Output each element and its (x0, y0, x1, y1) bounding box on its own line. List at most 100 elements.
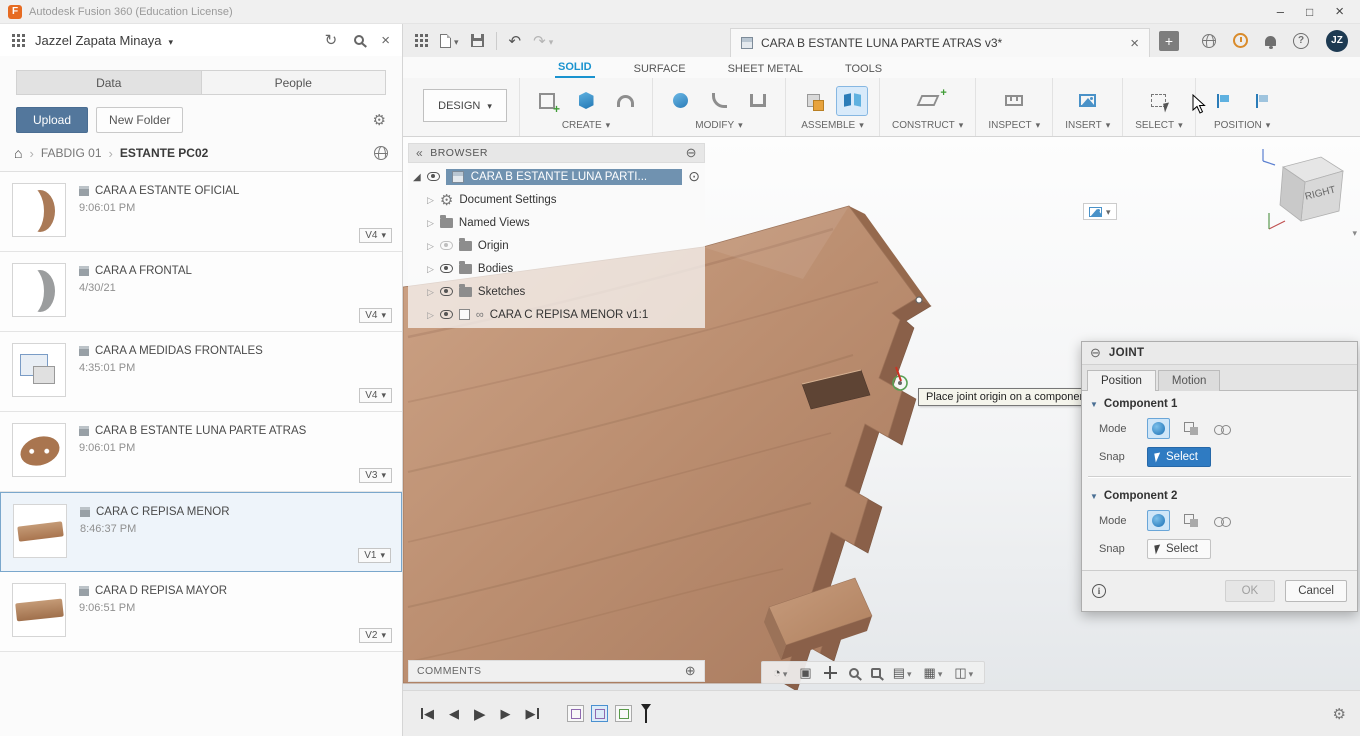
collapse-panel-icon[interactable] (416, 146, 423, 160)
grid-settings[interactable] (924, 665, 943, 681)
collapsed-triangle-icon[interactable] (427, 309, 434, 321)
tab-solid[interactable]: SOLID (555, 58, 595, 78)
tree-item-origin[interactable]: Origin (408, 234, 705, 257)
file-card[interactable]: CARA A FRONTAL 4/30/21 V4 (0, 252, 402, 332)
mode-motion-icon[interactable] (1211, 418, 1234, 439)
tab-sheet-metal[interactable]: SHEET METAL (725, 60, 806, 78)
home-icon[interactable] (14, 145, 22, 161)
revert-position-icon[interactable] (1247, 87, 1277, 115)
info-icon[interactable] (1092, 584, 1106, 598)
save-icon[interactable] (470, 34, 484, 47)
viewcube[interactable]: RIGHT (1255, 145, 1359, 241)
version-dropdown[interactable]: V2 (359, 628, 392, 643)
visibility-eye-icon[interactable] (426, 172, 440, 181)
create-group-menu[interactable]: CREATE (562, 120, 610, 134)
new-component-icon[interactable] (798, 87, 828, 115)
orbit-tool[interactable] (773, 665, 787, 680)
job-status-icon[interactable] (1202, 33, 1216, 48)
visibility-eye-icon[interactable] (439, 310, 453, 319)
expand-comments-icon[interactable] (685, 663, 696, 679)
redo-menu[interactable] (533, 32, 553, 50)
file-card[interactable]: CARA A ESTANTE OFICIAL 9:06:01 PM V4 (0, 172, 402, 252)
tree-item-bodies[interactable]: Bodies (408, 257, 705, 280)
mode-motion-icon[interactable] (1211, 510, 1234, 531)
visibility-eye-icon[interactable] (439, 287, 453, 296)
assemble-group-menu[interactable]: ASSEMBLE (801, 120, 863, 134)
version-dropdown[interactable]: V3 (359, 468, 392, 483)
pan-tool[interactable] (823, 666, 837, 679)
help-icon[interactable] (1293, 32, 1309, 49)
tree-item-linked-component[interactable]: CARA C REPISA MENOR v1:1 (408, 303, 705, 326)
visibility-eye-icon[interactable] (439, 264, 453, 273)
team-dropdown[interactable]: Jazzel Zapata Minaya (35, 33, 173, 48)
file-card[interactable]: CARA A MEDIDAS FRONTALES 4:35:01 PM V4 (0, 332, 402, 412)
select-group-menu[interactable]: SELECT (1135, 120, 1182, 134)
section-expand-icon[interactable] (1090, 398, 1098, 410)
create-sketch-icon[interactable] (532, 87, 562, 116)
tab-tools[interactable]: TOOLS (842, 60, 885, 78)
mode-simple-icon[interactable] (1147, 510, 1170, 531)
open-on-web-icon[interactable] (374, 146, 388, 160)
minimize-panel-icon[interactable] (686, 145, 697, 161)
play-button[interactable]: ▶ (470, 705, 490, 723)
extensions-icon[interactable] (1233, 33, 1248, 48)
undo-icon[interactable] (509, 32, 522, 50)
tree-root-item[interactable]: CARA B ESTANTE LUNA PARTI... (408, 165, 705, 188)
timeline-gear-icon[interactable] (1333, 704, 1346, 724)
app-grid-icon[interactable] (415, 34, 428, 47)
tab-data[interactable]: Data (16, 70, 202, 95)
component2-section-header[interactable]: Component 2 (1082, 483, 1357, 506)
joint-dialog-header[interactable]: JOINT (1082, 342, 1357, 365)
step-back-button[interactable]: ◀ (445, 706, 463, 722)
construct-plane-icon[interactable] (913, 87, 943, 115)
position-group-menu[interactable]: POSITION (1214, 120, 1270, 134)
insert-image-icon[interactable] (1073, 87, 1103, 115)
loft-icon[interactable] (610, 87, 640, 115)
timeline-feature-sketch-selected[interactable] (590, 705, 608, 722)
user-avatar[interactable]: JZ (1326, 29, 1348, 52)
breadcrumb-project[interactable]: FABDIG 01 (41, 146, 102, 160)
notifications-bell-icon[interactable] (1265, 35, 1276, 49)
press-pull-icon[interactable] (665, 87, 695, 115)
collapsed-triangle-icon[interactable] (427, 217, 434, 229)
collapse-dialog-icon[interactable] (1090, 345, 1101, 361)
go-to-end-button[interactable]: ▶ (522, 706, 543, 722)
extrude-icon[interactable] (571, 87, 601, 115)
design-workspace-menu[interactable]: DESIGN (423, 89, 507, 122)
section-expand-icon[interactable] (1090, 490, 1098, 502)
timeline-feature-sketch[interactable] (566, 705, 584, 722)
construct-group-menu[interactable]: CONSTRUCT (892, 120, 963, 134)
file-card[interactable]: CARA D REPISA MAYOR 9:06:51 PM V2 (0, 572, 402, 652)
mode-between-two-faces-icon[interactable] (1179, 510, 1202, 531)
component2-select-button[interactable]: Select (1147, 539, 1211, 559)
collapsed-triangle-icon[interactable] (427, 286, 434, 298)
close-tab-icon[interactable] (1130, 35, 1139, 52)
viewports-settings[interactable] (954, 665, 973, 681)
cancel-button[interactable]: Cancel (1285, 580, 1347, 602)
new-folder-button[interactable]: New Folder (96, 107, 184, 133)
collapsed-triangle-icon[interactable] (427, 263, 434, 275)
look-at-tool[interactable] (799, 665, 811, 681)
search-icon[interactable] (354, 35, 365, 45)
component1-select-button[interactable]: Select (1147, 447, 1211, 467)
tab-surface[interactable]: SURFACE (631, 60, 689, 78)
select-tool-icon[interactable] (1144, 87, 1174, 115)
display-settings[interactable] (893, 665, 912, 681)
grid-menu-icon[interactable] (12, 33, 25, 47)
mode-between-two-faces-icon[interactable] (1179, 418, 1202, 439)
capture-position-icon[interactable] (1208, 87, 1238, 115)
joint-tool-icon[interactable] (836, 85, 868, 116)
fit-tool[interactable] (870, 667, 881, 678)
document-tab[interactable]: CARA B ESTANTE LUNA PARTE ATRAS v3* (730, 28, 1150, 57)
ok-button[interactable]: OK (1224, 580, 1276, 602)
go-to-start-button[interactable]: ◀ (417, 706, 438, 722)
collapsed-triangle-icon[interactable] (427, 240, 434, 252)
minimize-icon[interactable] (1277, 4, 1284, 19)
insert-group-menu[interactable]: INSERT (1065, 120, 1110, 134)
tab-position[interactable]: Position (1087, 370, 1156, 391)
version-dropdown[interactable]: V1 (358, 548, 391, 563)
tree-item-named-views[interactable]: Named Views (408, 211, 705, 234)
visibility-eye-icon[interactable] (439, 241, 453, 250)
collapsed-triangle-icon[interactable] (427, 194, 434, 206)
close-panel-icon[interactable] (381, 32, 390, 49)
